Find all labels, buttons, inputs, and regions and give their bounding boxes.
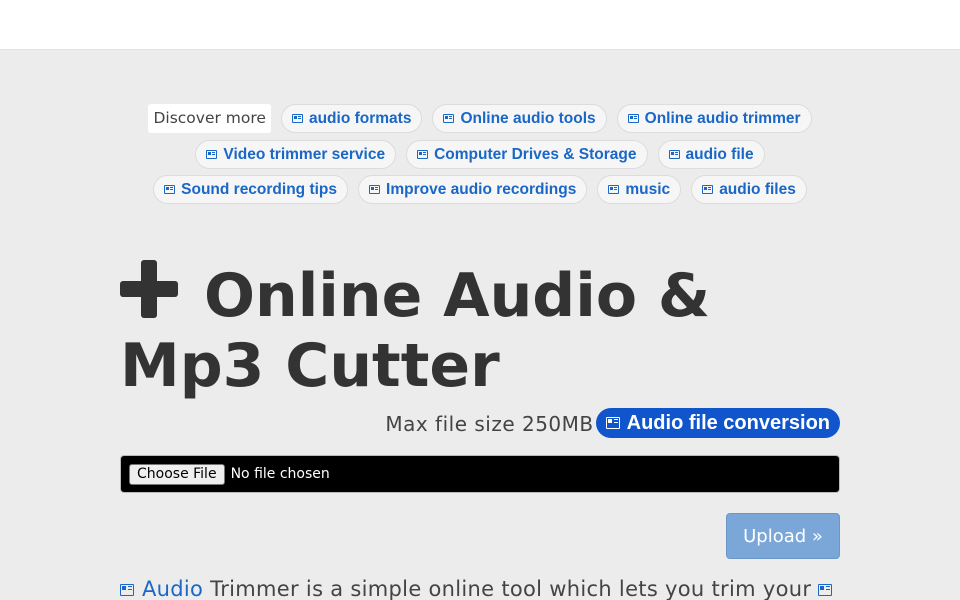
page-title: Online Audio & Mp3 Cutter	[120, 260, 860, 401]
description-body: Trimmer is a simple online tool which le…	[203, 577, 819, 600]
upload-button[interactable]: Upload »	[726, 513, 840, 559]
max-file-size-line: Max file size 250MB Audio file conversion	[120, 408, 840, 440]
chip-label: audio file	[685, 145, 754, 163]
news-icon	[627, 114, 639, 123]
description-text: Audio Trimmer is a simple online tool wh…	[120, 574, 840, 600]
audio-link[interactable]: Audio	[142, 577, 204, 600]
chip-label: audio formats	[308, 110, 412, 127]
news-icon	[164, 185, 176, 194]
max-file-size-text: Max file size 250MB	[385, 412, 594, 436]
file-input[interactable]: Choose File No file chosen	[120, 455, 840, 493]
chip-audio-formats[interactable]: audio formats	[280, 104, 423, 133]
chip-row-1: Discover more audio formats Online audio…	[0, 104, 960, 133]
chip-computer-drives-storage[interactable]: Computer Drives & Storage	[406, 139, 648, 169]
news-icon	[702, 185, 714, 194]
page-title-text: Online Audio & Mp3 Cutter	[120, 261, 711, 401]
conversion-link-label: Audio file conversion	[626, 412, 830, 434]
news-icon	[605, 417, 620, 429]
audio-file-conversion-link[interactable]: Audio file conversion	[595, 408, 840, 438]
news-icon	[443, 114, 455, 123]
chip-audio-files[interactable]: audio files	[691, 175, 807, 204]
file-status-text: No file chosen	[230, 466, 330, 482]
chip-video-trimmer-service[interactable]: Video trimmer service	[195, 139, 397, 169]
chip-label: audio files	[719, 181, 796, 198]
news-icon	[417, 149, 429, 159]
news-icon	[369, 185, 381, 194]
top-header-bar	[0, 0, 960, 50]
chip-label: Improve audio recordings	[386, 181, 577, 198]
chip-label: Online audio tools	[460, 110, 596, 127]
chip-label: Video trimmer service	[223, 145, 386, 163]
chip-row-3: Sound recording tips Improve audio recor…	[0, 175, 960, 204]
chip-online-audio-trimmer[interactable]: Online audio trimmer	[616, 104, 812, 133]
news-icon[interactable]	[818, 584, 833, 596]
chip-audio-file[interactable]: audio file	[657, 139, 765, 169]
chip-sound-recording-tips[interactable]: Sound recording tips	[153, 175, 349, 204]
chip-label: Online audio trimmer	[644, 110, 801, 127]
news-icon	[291, 114, 303, 123]
chip-label: Sound recording tips	[181, 181, 338, 198]
news-icon	[608, 185, 620, 194]
news-icon	[668, 149, 680, 159]
news-icon	[206, 149, 218, 159]
chip-label: Computer Drives & Storage	[434, 145, 637, 163]
discover-chips: Discover more audio formats Online audio…	[0, 104, 960, 211]
chip-label: music	[625, 181, 671, 198]
choose-file-button[interactable]: Choose File	[129, 463, 225, 485]
chip-music[interactable]: music	[597, 175, 682, 204]
chip-online-audio-tools[interactable]: Online audio tools	[432, 104, 607, 133]
plus-icon	[120, 260, 178, 318]
chip-improve-audio-recordings[interactable]: Improve audio recordings	[358, 175, 588, 204]
chip-row-2: Video trimmer service Computer Drives & …	[0, 139, 960, 169]
news-icon	[120, 584, 134, 596]
discover-more-label: Discover more	[148, 104, 271, 133]
